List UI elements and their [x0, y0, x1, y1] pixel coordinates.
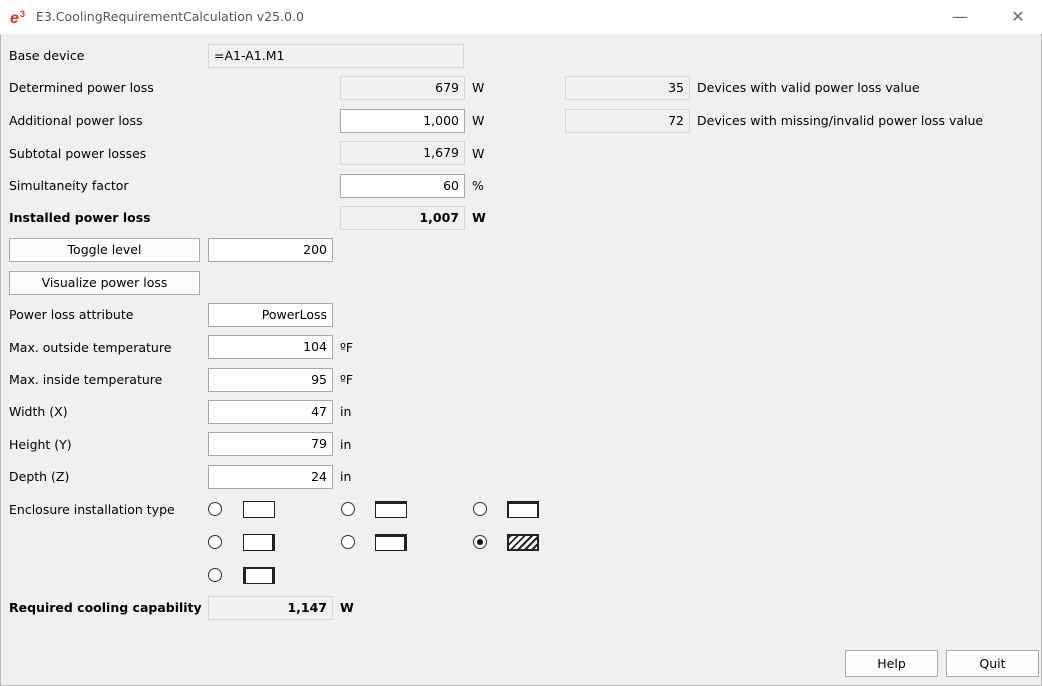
enclosure-fully-covered-icon — [243, 567, 275, 584]
enclosure-free-standing-icon — [243, 501, 275, 518]
required-cooling-capability-field: 1,147 — [208, 596, 333, 620]
width-input[interactable]: 47 — [208, 400, 333, 424]
installed-power-loss-label: Installed power loss — [9, 210, 151, 225]
required-cooling-capability-unit: W — [340, 600, 354, 615]
required-cooling-capability-label: Required cooling capability — [9, 600, 202, 615]
close-button[interactable]: ✕ — [998, 5, 1038, 29]
invalid-devices-label: Devices with missing/invalid power loss … — [697, 113, 984, 128]
enclosure-type-radio-6[interactable] — [473, 535, 487, 549]
simultaneity-factor-input[interactable]: 60 — [340, 174, 465, 198]
height-input[interactable]: 79 — [208, 432, 333, 456]
enclosure-type-radio-7[interactable] — [208, 568, 222, 582]
enclosure-top-sides-covered-icon — [507, 501, 539, 518]
window-title: E3.CoolingRequirementCalculation v25.0.0 — [36, 9, 304, 24]
height-unit: in — [340, 437, 352, 452]
enclosure-type-radio-3[interactable] — [473, 502, 487, 516]
installed-power-loss-unit: W — [472, 210, 486, 225]
determined-power-loss-label: Determined power loss — [9, 80, 154, 95]
determined-power-loss-unit: W — [472, 80, 485, 95]
quit-button[interactable]: Quit — [946, 650, 1039, 677]
depth-label: Depth (Z) — [9, 469, 70, 484]
max-outside-temperature-unit: ºF — [340, 340, 354, 355]
dialog-body — [0, 34, 1042, 686]
e3-logo-icon: e 3 — [10, 9, 25, 26]
minimize-button[interactable]: — — [940, 5, 980, 29]
depth-unit: in — [340, 469, 352, 484]
width-unit: in — [340, 404, 352, 419]
enclosure-top-side-covered-icon — [375, 534, 407, 551]
enclosure-top-covered-icon — [375, 501, 407, 518]
additional-power-loss-input[interactable]: 1,000 — [340, 109, 465, 133]
max-outside-temperature-label: Max. outside temperature — [9, 340, 172, 355]
visualize-power-loss-button[interactable]: Visualize power loss — [9, 271, 200, 295]
enclosure-type-radio-5[interactable] — [341, 535, 355, 549]
max-inside-temperature-input[interactable]: 95 — [208, 368, 333, 392]
max-outside-temperature-input[interactable]: 104 — [208, 335, 333, 359]
close-icon: ✕ — [1011, 7, 1025, 26]
title-bar: e 3 E3.CoolingRequirementCalculation v25… — [0, 0, 1042, 34]
simultaneity-factor-unit: % — [472, 178, 484, 193]
subtotal-power-losses-label: Subtotal power losses — [9, 146, 147, 161]
subtotal-power-losses-field: 1,679 — [340, 141, 465, 165]
simultaneity-factor-label: Simultaneity factor — [9, 178, 129, 193]
invalid-devices-count: 72 — [565, 109, 690, 133]
enclosure-type-radio-4[interactable] — [208, 535, 222, 549]
depth-input[interactable]: 24 — [208, 465, 333, 489]
enclosure-installation-type-label: Enclosure installation type — [9, 502, 175, 517]
height-label: Height (Y) — [9, 437, 72, 452]
toggle-level-button[interactable]: Toggle level — [9, 238, 200, 262]
power-loss-attribute-label: Power loss attribute — [9, 307, 134, 322]
max-inside-temperature-unit: ºF — [340, 372, 354, 387]
base-device-field: =A1-A1.M1 — [208, 44, 464, 68]
help-button[interactable]: Help — [845, 650, 938, 677]
width-label: Width (X) — [9, 404, 68, 419]
enclosure-side-covered-icon — [243, 534, 275, 551]
base-device-label: Base device — [9, 48, 85, 63]
max-inside-temperature-label: Max. inside temperature — [9, 372, 163, 387]
determined-power-loss-field: 679 — [340, 76, 465, 100]
power-loss-attribute-input[interactable]: PowerLoss — [208, 303, 333, 327]
subtotal-power-losses-unit: W — [472, 146, 485, 161]
svg-text:3: 3 — [20, 9, 25, 19]
enclosure-type-radio-2[interactable] — [341, 502, 355, 516]
valid-devices-label: Devices with valid power loss value — [697, 80, 920, 95]
additional-power-loss-unit: W — [472, 113, 485, 128]
minimize-icon: — — [952, 7, 968, 26]
enclosure-wall-mounted-hatched-icon — [507, 534, 539, 551]
toggle-level-input[interactable]: 200 — [208, 238, 333, 262]
valid-devices-count: 35 — [565, 76, 690, 100]
installed-power-loss-field: 1,007 — [340, 206, 465, 230]
enclosure-type-radio-1[interactable] — [208, 502, 222, 516]
additional-power-loss-label: Additional power loss — [9, 113, 143, 128]
svg-text:e: e — [10, 10, 19, 26]
